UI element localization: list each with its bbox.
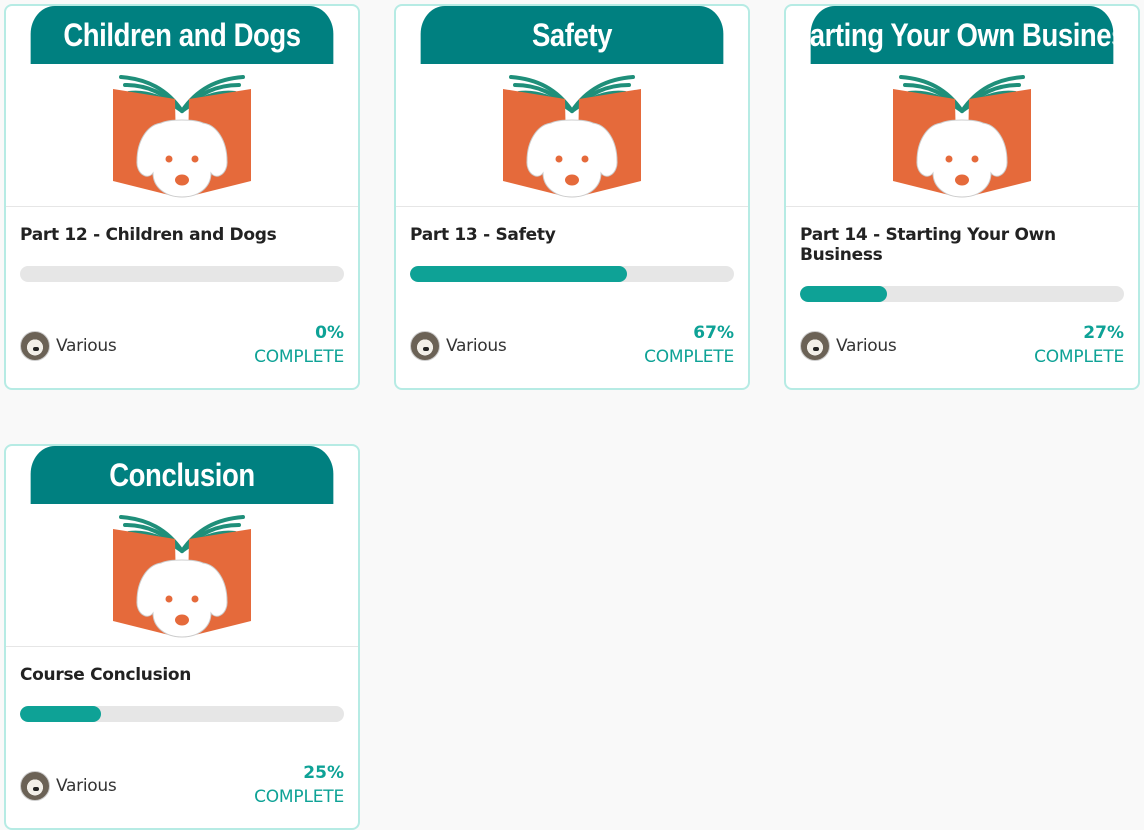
author-name: Various: [836, 336, 897, 356]
course-thumbnail[interactable]: [396, 64, 748, 207]
completion-label: COMPLETE: [644, 347, 734, 367]
completion-label: COMPLETE: [254, 787, 344, 807]
completion-status: 67% COMPLETE: [644, 323, 734, 367]
completion-label: COMPLETE: [1034, 347, 1124, 367]
course-banner: Starting Your Own Business: [810, 6, 1114, 64]
course-title[interactable]: Part 13 - Safety: [410, 225, 734, 245]
avatar: [410, 331, 440, 361]
course-card[interactable]: Starting Your Own Business: [784, 4, 1140, 390]
course-grid: Children and Dogs Part 12 - Children and…: [0, 0, 1144, 830]
author: Various: [800, 331, 897, 361]
course-title[interactable]: Part 14 - Starting Your Own Business: [800, 225, 1124, 265]
author: Various: [20, 331, 117, 361]
card-footer: Various 25% COMPLETE: [20, 763, 344, 811]
course-title[interactable]: Course Conclusion: [20, 665, 344, 685]
book-dog-logo-icon: [893, 75, 1031, 198]
course-thumbnail[interactable]: [6, 64, 358, 207]
progress-bar: [20, 706, 344, 722]
avatar: [20, 331, 50, 361]
progress-bar: [800, 286, 1124, 302]
book-dog-logo-icon: [113, 515, 251, 638]
course-thumbnail[interactable]: [786, 64, 1138, 207]
progress-bar: [410, 266, 734, 282]
course-banner: Safety: [420, 6, 724, 64]
book-dog-logo-icon: [113, 75, 251, 198]
course-card[interactable]: Safety Part 13 - Safety Various 67% COMP…: [394, 4, 750, 390]
completion-status: 27% COMPLETE: [1034, 323, 1124, 367]
completion-percent: 67%: [693, 323, 734, 343]
author-name: Various: [446, 336, 507, 356]
progress-bar: [20, 266, 344, 282]
completion-status: 25% COMPLETE: [254, 763, 344, 807]
card-footer: Various 67% COMPLETE: [410, 323, 734, 371]
avatar: [20, 771, 50, 801]
course-card[interactable]: Children and Dogs Part 12 - Children and…: [4, 4, 360, 390]
course-banner: Conclusion: [30, 446, 334, 504]
author: Various: [410, 331, 507, 361]
progress-fill: [20, 706, 101, 722]
book-dog-logo-icon: [503, 75, 641, 198]
completion-percent: 0%: [315, 323, 344, 343]
course-card[interactable]: Conclusion Course Conclusion Various 25%…: [4, 444, 360, 830]
author-name: Various: [56, 776, 117, 796]
progress-fill: [410, 266, 628, 282]
course-banner: Children and Dogs: [30, 6, 334, 64]
progress-fill: [800, 286, 888, 302]
author-name: Various: [56, 336, 117, 356]
avatar: [800, 331, 830, 361]
card-footer: Various 27% COMPLETE: [800, 323, 1124, 371]
completion-label: COMPLETE: [254, 347, 344, 367]
author: Various: [20, 771, 117, 801]
card-footer: Various 0% COMPLETE: [20, 323, 344, 371]
completion-percent: 25%: [303, 763, 344, 783]
completion-status: 0% COMPLETE: [254, 323, 344, 367]
completion-percent: 27%: [1083, 323, 1124, 343]
course-thumbnail[interactable]: [6, 504, 358, 647]
course-title[interactable]: Part 12 - Children and Dogs: [20, 225, 344, 245]
